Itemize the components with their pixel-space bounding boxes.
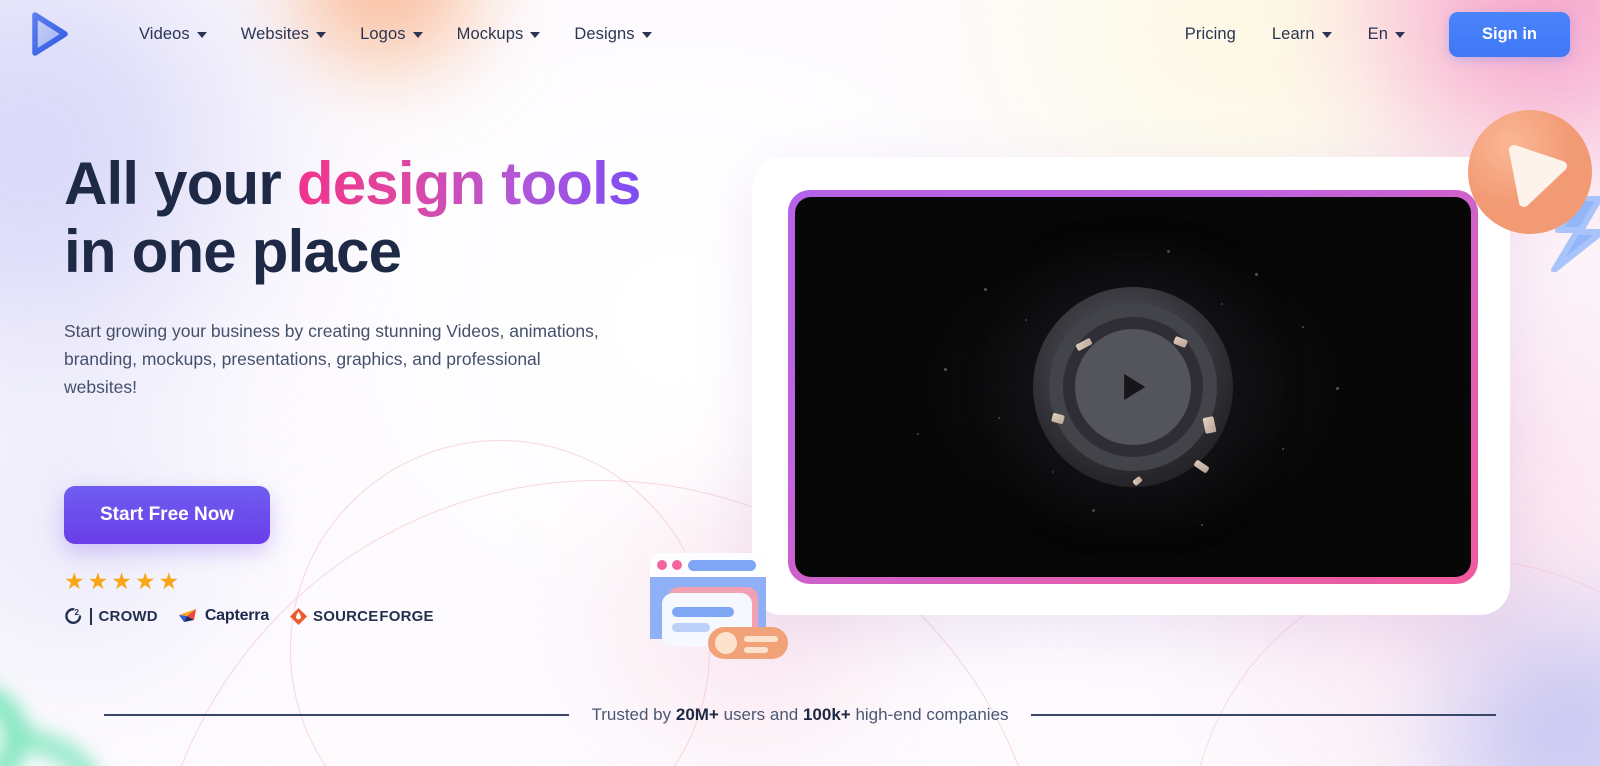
nav-label: Logos	[360, 24, 406, 43]
nav-item-websites[interactable]: Websites	[224, 17, 343, 52]
headline-gradient: design tools	[296, 150, 642, 217]
primary-nav: Videos Websites Logos Mockups Designs	[122, 17, 669, 52]
nav-label: Websites	[240, 24, 310, 43]
sourceforge-logo[interactable]: SOURCE FORGE	[289, 607, 434, 626]
nav-label: Mockups	[456, 24, 524, 43]
nav-label: Designs	[574, 24, 635, 43]
divider	[90, 607, 92, 625]
g2-crowd-logo[interactable]: 2 CROWD	[64, 607, 158, 626]
trusted-middle: users and	[718, 705, 803, 724]
language-label: En	[1367, 24, 1388, 43]
nav-item-pricing[interactable]: Pricing	[1167, 17, 1254, 52]
video-gradient-border	[788, 190, 1478, 584]
nav-label: Videos	[139, 24, 190, 43]
nav-item-mockups[interactable]: Mockups	[440, 17, 558, 52]
page-title: All your design tools in one place	[64, 150, 704, 287]
chevron-down-icon	[1321, 32, 1332, 38]
chevron-down-icon	[412, 32, 423, 38]
star-icon: ★	[111, 567, 132, 594]
sign-in-button[interactable]: Sign in	[1449, 11, 1570, 57]
chevron-down-icon	[196, 32, 207, 38]
hero-subheadline: Start growing your business by creating …	[64, 320, 599, 398]
sourceforge-label-bold: FORGE	[379, 607, 434, 625]
capterra-logo[interactable]: Capterra	[178, 607, 269, 625]
nav-item-videos[interactable]: Videos	[122, 17, 224, 52]
hero-content: All your design tools in one place Start…	[64, 150, 704, 626]
site-header: Videos Websites Logos Mockups Designs Pr…	[0, 0, 1600, 68]
companies-count: 100k+	[802, 705, 851, 724]
star-icon: ★	[134, 567, 156, 594]
capterra-arrow-icon	[178, 609, 196, 623]
play-triangle-logo-icon	[32, 12, 68, 56]
headline-plain: All your	[64, 150, 297, 217]
trusted-by-text: Trusted by 20M+ users and 100k+ high-end…	[569, 705, 1030, 725]
chevron-down-icon	[1395, 32, 1405, 38]
divider-left	[104, 714, 570, 716]
svg-text:2: 2	[75, 608, 80, 617]
chevron-down-icon	[530, 32, 541, 38]
star-icon: ★	[158, 567, 180, 594]
nav-label: Learn	[1271, 24, 1315, 43]
nav-item-learn[interactable]: Learn	[1254, 17, 1350, 52]
review-platform-logos: 2 CROWD Capterra SOURCE FORGE	[64, 607, 704, 626]
language-selector[interactable]: En	[1350, 17, 1423, 52]
trusted-suffix: high-end companies	[850, 705, 1009, 724]
hero-video-card	[752, 157, 1510, 615]
play-icon	[1124, 374, 1146, 400]
nav-item-designs[interactable]: Designs	[557, 17, 668, 52]
g2-icon: 2	[65, 607, 82, 624]
trusted-by-banner: Trusted by 20M+ users and 100k+ high-end…	[0, 705, 1600, 725]
chevron-down-icon	[316, 32, 327, 38]
headline-line2: in one place	[64, 218, 402, 286]
star-icon: ★	[87, 567, 109, 594]
nav-item-logos[interactable]: Logos	[343, 17, 439, 52]
orange-play-circle-icon	[1468, 110, 1592, 234]
users-count: 20M+	[675, 705, 719, 724]
speaker-graphic	[1033, 287, 1233, 487]
divider-right	[1030, 714, 1496, 716]
landing-page: Videos Websites Logos Mockups Designs Pr…	[0, 0, 1600, 766]
sourceforge-label-light: SOURCE	[313, 607, 379, 625]
star-icon: ★	[64, 567, 85, 594]
chevron-down-icon	[641, 32, 652, 38]
hero-video-player[interactable]	[795, 197, 1471, 577]
trusted-prefix: Trusted by	[591, 705, 676, 724]
sourceforge-flame-icon	[290, 607, 308, 625]
g2-crowd-label: CROWD	[98, 607, 158, 625]
star-rating: ★ ★ ★ ★ ★	[64, 567, 704, 594]
secondary-nav: Pricing Learn En Sign in	[1167, 11, 1570, 57]
green-squiggle-icon	[0, 689, 96, 766]
capterra-label: Capterra	[204, 607, 270, 625]
nav-label: Pricing	[1184, 24, 1236, 43]
logo[interactable]	[30, 11, 70, 57]
start-free-now-button[interactable]: Start Free Now	[64, 485, 271, 544]
